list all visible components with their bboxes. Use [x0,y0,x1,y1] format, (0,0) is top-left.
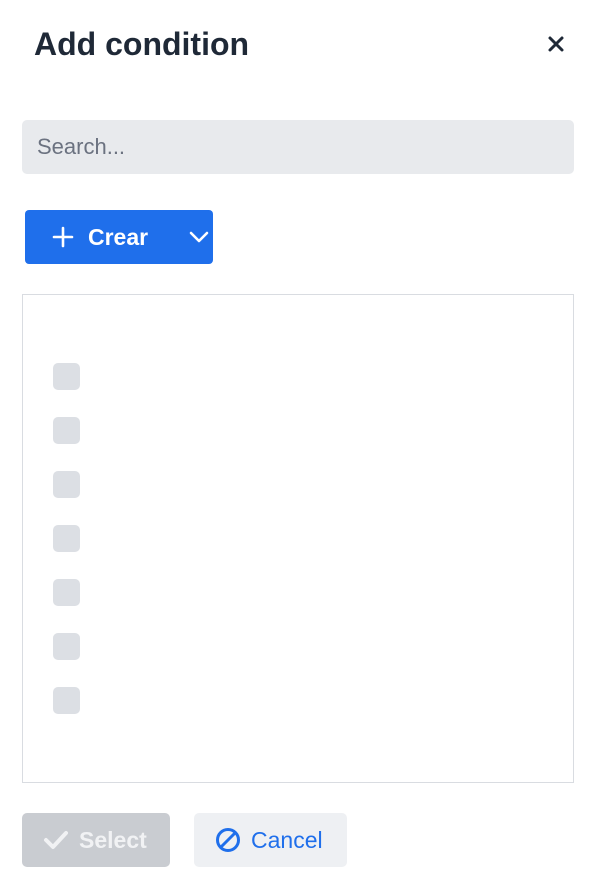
condition-list [22,294,574,783]
search-field [22,120,574,174]
loading-placeholder [53,687,80,714]
select-button[interactable]: Select [22,813,170,867]
loading-placeholder [53,579,80,606]
dialog-title: Add condition [34,26,250,62]
add-condition-dialog: Add condition Crear Select [0,0,593,892]
loading-placeholder [53,525,80,552]
plus-icon [52,226,74,248]
close-button[interactable] [540,28,572,60]
loading-placeholder [53,633,80,660]
create-button[interactable]: Crear [25,210,213,264]
select-button-label: Select [79,827,147,853]
close-icon [548,36,564,52]
cancel-button-label: Cancel [251,827,323,853]
loading-placeholder [53,417,80,444]
cancel-button[interactable]: Cancel [194,813,347,867]
check-icon [44,831,68,849]
search-input[interactable] [22,120,574,174]
loading-placeholder [53,363,80,390]
create-button-label: Crear [88,224,149,250]
ban-icon [216,828,240,852]
chevron-down-icon [189,231,209,243]
loading-placeholder [53,471,80,498]
